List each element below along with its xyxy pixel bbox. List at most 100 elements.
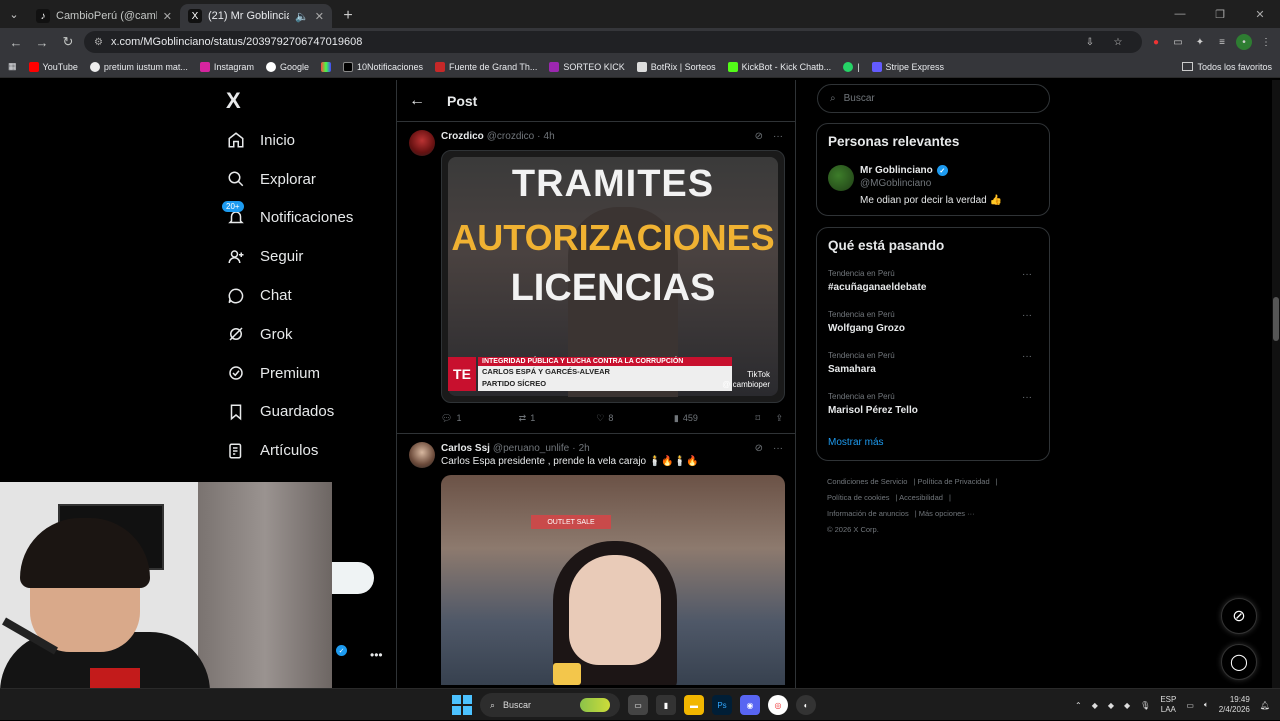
views-button[interactable]: ▮ 459 [674,413,756,424]
like-button[interactable]: ♡ 8 [596,413,674,424]
footer-link[interactable]: Política de Privacidad [918,477,990,486]
task-view-icon[interactable]: ▭ [628,695,648,715]
sidebar-item-articulos[interactable]: Artículos [222,431,392,470]
media-icon[interactable]: ≡ [1214,34,1230,50]
repost-button[interactable]: ⇄ 1 [519,413,597,424]
bookmark-whatsapp[interactable]: | [843,61,860,72]
person-name[interactable]: Mr Goblinciano [860,165,933,176]
minimize-icon[interactable]: — [1160,0,1200,28]
file-explorer-icon[interactable]: ▬ [684,695,704,715]
tweet-media[interactable]: OUTLET SALE [441,475,785,685]
person-handle[interactable]: @MGoblinciano [860,178,1038,189]
bookmark-colorful[interactable] [320,61,331,72]
site-info-icon[interactable]: ⚙ [94,37,103,48]
avatar[interactable] [828,165,854,191]
bookmark-fuente[interactable]: Fuente de Grand Th... [435,61,537,72]
scrollbar-thumb[interactable] [1273,297,1279,341]
windows-start-icon[interactable] [452,695,472,715]
microphone-icon[interactable]: 🎙︎ [1140,701,1150,710]
apps-icon[interactable]: ▦ [8,61,17,72]
back-icon[interactable]: ← [6,32,26,52]
trend-item[interactable]: Tendencia en Perú #acuñaganaeldebate ··· [828,269,1038,298]
reply-button[interactable]: 💬︎ 1 [441,413,519,424]
author-name[interactable]: Carlos Ssj [441,443,490,454]
avatar[interactable] [409,130,435,156]
extension-record-icon[interactable]: ● [1148,34,1164,50]
relevant-person[interactable]: Mr Goblinciano ✓ @MGoblinciano Me odian p… [828,165,1038,206]
sidebar-item-explorar[interactable]: Explorar [222,160,392,199]
volume-icon[interactable]: 🔈︎ [1204,700,1209,710]
more-icon[interactable]: ··· [1022,269,1032,280]
bookmark-botrix[interactable]: BotRix | Sorteos [636,61,716,72]
author-name[interactable]: Crozdico [441,131,484,142]
trend-item[interactable]: Tendencia en Perú Marisol Pérez Tello ··… [828,392,1038,421]
install-icon[interactable]: ⇩ [1082,34,1098,50]
footer-link[interactable]: Más opciones ··· [919,509,975,518]
sidebar-item-chat[interactable]: Chat [222,276,392,315]
browser-tab-active[interactable]: X (21) Mr Goblinciano en X: " 🔈 ✕ [180,4,332,28]
all-bookmarks[interactable]: Todos los favoritos [1182,62,1272,72]
bookmark-10notificaciones[interactable]: 10Notificaciones [342,61,423,72]
taskbar-search[interactable]: ⌕ Buscar [480,693,620,717]
tweet-media[interactable]: TRAMITES AUTORIZACIONES LICENCIAS INTEGR… [441,150,785,403]
footer-link[interactable]: Condiciones de Servicio [827,477,907,486]
bookmark-pretium[interactable]: pretium iustum mat... [89,61,188,72]
app-icon[interactable]: ◐ [796,695,816,715]
tray-app-icon[interactable]: ◆ [1092,701,1098,710]
reload-icon[interactable]: ↻ [58,32,78,52]
kebab-menu-icon[interactable]: ⋮ [1258,34,1274,50]
notifications-icon[interactable]: 🔔︎ [1260,701,1270,710]
sidebar-item-premium[interactable]: Premium [222,354,392,393]
speaker-icon[interactable]: 🔈 [295,10,309,23]
bookmark-youtube[interactable]: YouTube [28,61,78,72]
timestamp[interactable]: 2h [579,443,590,454]
close-window-icon[interactable]: ✕ [1240,0,1280,28]
sidebar-item-inicio[interactable]: Inicio [222,121,392,160]
grok-fab-button[interactable]: ⊘ [1221,598,1257,634]
footer-link[interactable]: Información de anuncios [827,509,909,518]
bookmark-icon[interactable]: ⌑ [756,413,776,424]
close-icon[interactable]: ✕ [163,10,172,23]
author-handle[interactable]: @peruano_unlife [493,443,569,454]
chevron-up-icon[interactable]: ⌃ [1075,701,1082,710]
chat-fab-button[interactable]: ◯ [1221,644,1257,680]
more-icon[interactable]: ··· [1022,310,1032,321]
browser-tab[interactable]: ♪ CambioPerú (@cambioper) | Ti ✕ [28,4,180,28]
puzzle-icon[interactable]: ✦ [1192,34,1208,50]
language-indicator[interactable]: ESP LAA [1160,695,1176,715]
photoshop-icon[interactable]: Ps [712,695,732,715]
more-icon[interactable]: ··· [1022,351,1032,362]
tray-app-icon[interactable]: ◆ [1124,701,1130,710]
tray-app-icon[interactable]: ◆ [1108,701,1114,710]
chrome-icon[interactable]: ◎ [768,695,788,715]
maximize-icon[interactable]: ❐ [1200,0,1240,28]
new-tab-button[interactable]: + [336,4,360,28]
account-more-icon[interactable]: ••• [370,648,383,662]
tab-search-icon[interactable]: ⌄ [0,0,28,28]
trend-item[interactable]: Tendencia en Perú Wolfgang Grozo ··· [828,310,1038,339]
trend-item[interactable]: Tendencia en Perú Samahara ··· [828,351,1038,380]
sidebar-item-seguir[interactable]: Seguir [222,237,392,276]
display-icon[interactable]: ▭ [1186,701,1194,710]
star-icon[interactable]: ☆ [1110,34,1126,50]
more-icon[interactable]: ··· [773,131,783,142]
scrollbar[interactable] [1272,80,1280,688]
sidebar-item-notificaciones[interactable]: 20+ Notificaciones [222,199,392,238]
author-handle[interactable]: @crozdico [487,131,534,142]
bookmark-instagram[interactable]: Instagram [199,61,254,72]
grok-icon[interactable]: ⊘ [755,443,763,454]
bookmark-sorteo-kick[interactable]: SORTEO KICK [549,61,625,72]
more-icon[interactable]: ··· [773,443,783,454]
bookmark-google[interactable]: Google [265,61,309,72]
forward-icon[interactable]: → [32,32,52,52]
share-icon[interactable]: ⇪ [775,413,783,424]
close-icon[interactable]: ✕ [315,10,324,23]
reply-tweet[interactable]: Carlos Ssj @peruano_unlife · 2h ⊘ ··· Ca… [397,434,795,685]
avatar[interactable] [409,442,435,468]
search-input[interactable]: ⌕ Buscar [817,84,1050,113]
bookmark-stripe[interactable]: Stripe Express [871,61,944,72]
grok-icon[interactable]: ⊘ [755,131,763,142]
sidebar-item-grok[interactable]: Grok [222,315,392,354]
profile-avatar[interactable]: • [1236,34,1252,50]
footer-link[interactable]: Política de cookies [827,493,890,502]
